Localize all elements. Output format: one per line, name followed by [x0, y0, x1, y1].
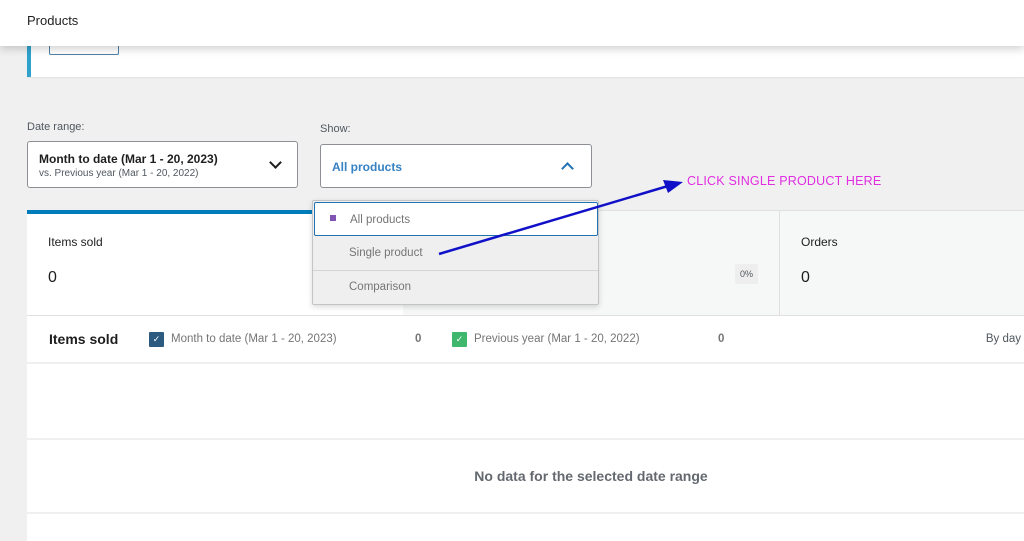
top-bar: Products — [0, 0, 1024, 46]
chart-area: No data for the selected date range — [27, 364, 1024, 541]
chevron-down-icon — [269, 156, 282, 169]
legend-value: 0 — [718, 333, 725, 345]
interval-select[interactable]: By day — [986, 333, 1021, 345]
option-label: All products — [350, 214, 411, 226]
selected-indicator-icon — [330, 215, 336, 221]
chevron-up-icon — [561, 162, 574, 175]
dropdown-option-single-product[interactable]: Single product — [313, 237, 598, 271]
date-range-select[interactable]: Month to date (Mar 1 - 20, 2023) vs. Pre… — [27, 141, 298, 188]
date-range-secondary: vs. Previous year (Mar 1 - 20, 2022) — [39, 168, 199, 179]
chart-header: Items sold ✓ Month to date (Mar 1 - 20, … — [27, 316, 1024, 364]
show-dropdown-menu: All products Single product Comparison — [312, 200, 599, 305]
show-select[interactable]: All products — [320, 144, 592, 188]
option-label: Single product — [349, 247, 423, 259]
summary-card-orders[interactable]: Orders 0 — [780, 210, 1024, 315]
checkbox-checked-icon[interactable]: ✓ — [452, 332, 467, 347]
checkbox-checked-icon[interactable]: ✓ — [149, 332, 164, 347]
date-range-label: Date range: — [27, 121, 85, 133]
legend-label: Month to date (Mar 1 - 20, 2023) — [171, 333, 337, 345]
legend-label: Previous year (Mar 1 - 20, 2022) — [474, 333, 640, 345]
dropdown-option-all-products[interactable]: All products — [314, 202, 598, 236]
divider — [27, 438, 1024, 440]
show-label: Show: — [320, 123, 351, 135]
date-range-primary: Month to date (Mar 1 - 20, 2023) — [39, 152, 218, 166]
option-label: Comparison — [349, 281, 411, 293]
arrow-head-icon — [663, 180, 683, 193]
dropdown-option-comparison[interactable]: Comparison — [313, 271, 598, 305]
empty-state-message: No data for the selected date range — [474, 468, 708, 484]
divider — [27, 512, 1024, 514]
legend-value: 0 — [415, 333, 422, 345]
delta-badge: 0% — [734, 264, 758, 284]
card-label: Items sold — [48, 235, 103, 249]
card-value: 0 — [48, 269, 57, 286]
annotation-text: CLICK SINGLE PRODUCT HERE — [687, 174, 882, 188]
chart-title: Items sold — [49, 331, 119, 347]
card-value: 0 — [801, 269, 810, 286]
card-label: Orders — [801, 235, 838, 249]
page-title: Products — [27, 13, 79, 28]
show-select-value: All products — [332, 160, 403, 174]
